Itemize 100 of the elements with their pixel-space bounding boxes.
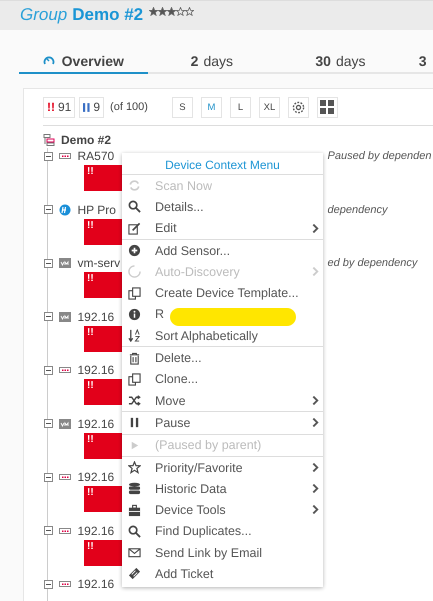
- menu-item[interactable]: Create Device Template...: [122, 282, 323, 304]
- trash-icon: [128, 352, 141, 365]
- collapse-icon[interactable]: [44, 312, 52, 321]
- collapse-icon[interactable]: [44, 258, 52, 268]
- size-button[interactable]: XL: [258, 96, 280, 118]
- group-icon: [43, 134, 55, 146]
- total-count: (of 100): [110, 101, 148, 113]
- menu-item[interactable]: Historic Data: [122, 478, 323, 500]
- size-button[interactable]: M: [200, 96, 222, 118]
- menu-item[interactable]: Device Tools: [122, 499, 323, 521]
- menu-item[interactable]: Details...: [122, 196, 323, 218]
- vm-icon: [58, 258, 70, 268]
- grid-icon: [320, 100, 334, 114]
- down-count-button[interactable]: !! 91: [43, 96, 76, 118]
- menu-item[interactable]: Add Ticket: [122, 563, 323, 585]
- edit-icon: [128, 222, 141, 235]
- device-icon: [58, 580, 70, 588]
- device-name[interactable]: 192.16: [78, 363, 114, 377]
- device-icon: [58, 366, 70, 374]
- paused-count-button[interactable]: 9: [79, 96, 104, 118]
- device-name[interactable]: RA570: [78, 149, 114, 163]
- device-icon: [58, 473, 70, 481]
- copy-icon: [128, 286, 141, 300]
- collapse-icon[interactable]: [44, 580, 52, 588]
- pause-icon: [83, 102, 90, 112]
- copy-icon: [128, 372, 141, 386]
- mail-icon: [128, 546, 141, 560]
- spinner-icon: [128, 265, 141, 278]
- plus-icon: [128, 244, 141, 258]
- menu-item[interactable]: Priority/Favorite: [122, 456, 323, 478]
- chevron-icon: [312, 462, 319, 473]
- sensor-tile[interactable]: !!: [84, 379, 124, 405]
- briefcase-icon: [128, 504, 141, 517]
- search-icon: [128, 524, 141, 538]
- sensor-tile[interactable]: !!: [84, 218, 124, 244]
- star-icon: [128, 461, 141, 474]
- device-name[interactable]: 192.16: [78, 577, 114, 591]
- grid-view-button[interactable]: [316, 96, 338, 118]
- sensor-tile[interactable]: !!: [84, 272, 124, 298]
- search-icon: [128, 200, 141, 214]
- device-name[interactable]: 192.16: [78, 470, 114, 484]
- menu-title: Device Context Menu: [122, 153, 323, 175]
- collapse-icon[interactable]: [44, 152, 52, 160]
- menu-item[interactable]: Send Link by Email: [122, 542, 323, 564]
- menu-item[interactable]: R: [122, 304, 323, 326]
- sensor-tile[interactable]: !!: [84, 326, 124, 352]
- chevron-icon: [312, 417, 319, 428]
- pause-icon: [128, 416, 141, 430]
- menu-item[interactable]: Delete...: [122, 346, 323, 369]
- collapse-icon[interactable]: [44, 419, 52, 428]
- collapse-icon[interactable]: [44, 526, 52, 535]
- device-name[interactable]: HP Pro: [78, 202, 116, 216]
- menu-item[interactable]: Pause: [122, 411, 323, 434]
- size-button[interactable]: L: [230, 96, 251, 118]
- vm-icon: [58, 312, 70, 322]
- sensor-tile[interactable]: !!: [84, 486, 124, 512]
- device-icon: [58, 152, 70, 160]
- device-name[interactable]: 192.16: [78, 524, 114, 538]
- gear-icon: [292, 100, 305, 114]
- group-name[interactable]: Demo #2: [61, 133, 112, 147]
- menu-item[interactable]: Clone...: [122, 368, 323, 390]
- sort-icon: [128, 329, 141, 342]
- sensor-tile[interactable]: !!: [84, 540, 124, 566]
- tab[interactable]: 30 days: [276, 52, 405, 74]
- device-name[interactable]: 192.16: [78, 416, 114, 430]
- group-label: Group: [20, 5, 68, 25]
- chevron-icon: [312, 394, 319, 406]
- device-name[interactable]: vm-serv: [78, 256, 120, 270]
- shuffle-icon: [128, 394, 141, 408]
- size-button[interactable]: S: [172, 96, 193, 118]
- tab[interactable]: 3: [404, 52, 433, 74]
- chevron-icon: [312, 504, 319, 516]
- collapse-icon[interactable]: [44, 366, 52, 374]
- device-status: Paused by dependen: [328, 150, 432, 162]
- device-status: dependency: [328, 204, 388, 216]
- database-icon: [128, 482, 141, 496]
- chevron-icon: [312, 266, 319, 278]
- device-name[interactable]: 192.16: [78, 310, 114, 324]
- menu-item[interactable]: Edit: [122, 218, 323, 239]
- menu-item[interactable]: Add Sensor...: [122, 238, 323, 262]
- circle-logo-icon: [58, 204, 70, 216]
- sensor-tile[interactable]: !!: [84, 165, 124, 191]
- ticket-icon: [128, 567, 141, 580]
- tab[interactable]: Overview: [19, 52, 148, 74]
- sensor-tile[interactable]: !!: [84, 432, 124, 458]
- chevron-icon: [312, 483, 319, 494]
- device-icon: [58, 526, 70, 534]
- collapse-icon[interactable]: [44, 472, 52, 482]
- chevron-icon: [312, 222, 319, 234]
- vm-icon: [58, 418, 70, 428]
- collapse-icon[interactable]: [44, 205, 52, 214]
- menu-item[interactable]: Sort Alphabetically: [122, 325, 323, 346]
- page-title: Demo #2: [72, 5, 144, 25]
- refresh-icon: [128, 179, 141, 192]
- settings-button[interactable]: [288, 96, 309, 118]
- menu-item[interactable]: Move: [122, 390, 323, 412]
- gauge-icon: [42, 55, 55, 67]
- tab[interactable]: 2 days: [148, 52, 276, 74]
- menu-item[interactable]: Find Duplicates...: [122, 520, 323, 542]
- device-status: ed by dependency: [328, 257, 418, 269]
